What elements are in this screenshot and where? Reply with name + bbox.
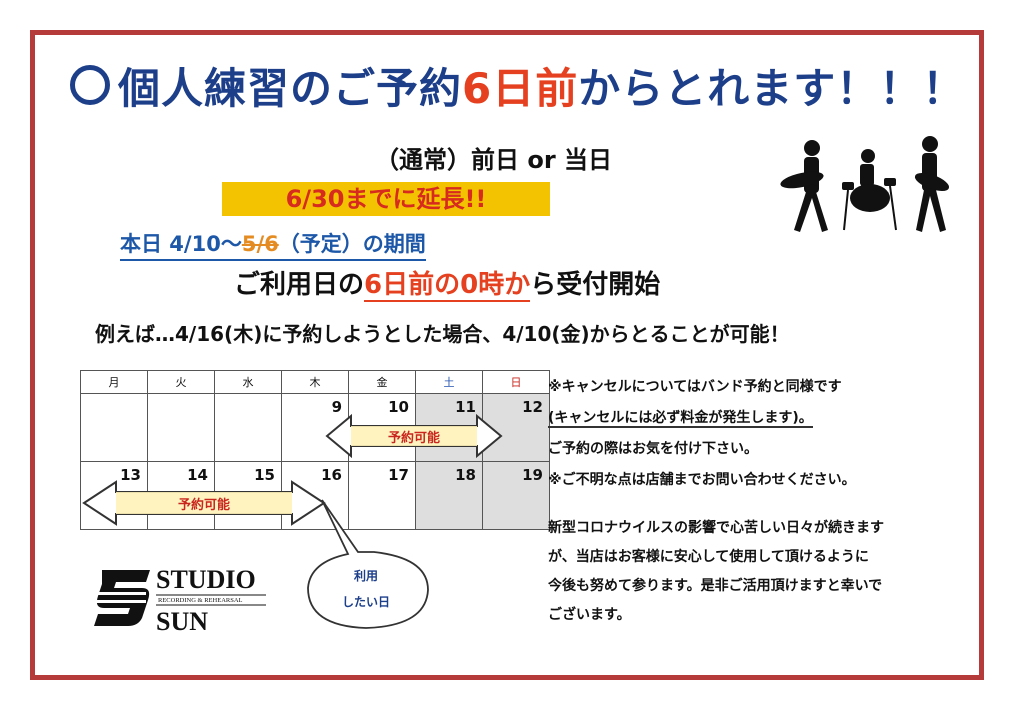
extension-banner: 6/30までに延長!!	[222, 182, 550, 216]
weekday-fri: 金	[348, 370, 416, 394]
weekday-sat: 土	[415, 370, 483, 394]
bubble-line-2: したい日	[342, 595, 390, 609]
studio-sun-logo: STUDIO RECORDING & REHEARSAL SUN	[94, 565, 266, 634]
note-line: ※ご不明な点は店舗までお問い合わせください。	[548, 472, 856, 488]
period-struck-date: 5/6	[241, 232, 279, 256]
weekday-thu: 木	[281, 370, 349, 394]
arrow-weekdays-label: 予約可能	[178, 497, 230, 513]
calendar-cell	[214, 393, 282, 462]
period-end: （予定）の期間	[278, 232, 426, 256]
arrow-weekend-label: 予約可能	[388, 430, 440, 446]
speech-bubble: 利用 したい日	[307, 499, 429, 629]
bubble-line-1: 利用	[354, 568, 378, 583]
logo-studio-text: STUDIO	[156, 565, 256, 594]
normal-schedule: （通常）前日 or 当日	[375, 146, 613, 174]
logo-sun-text: SUN	[156, 607, 208, 634]
calendar-cell: 19	[482, 461, 550, 530]
note-line: (キャンセルには必ず料金が発生します)。	[548, 410, 813, 428]
covid-line: 今後も努めて参ります。是非ご活用頂けますと幸いで	[548, 578, 883, 594]
arrow-weekdays-icon: 予約可能	[82, 480, 326, 526]
calendar-header-row: 月 火 水 木 金 土 日	[80, 370, 550, 394]
acceptance-rule: ご利用日の6日前の0時から受付開始	[234, 264, 661, 302]
covid-line: ございます。	[548, 607, 631, 623]
accept-highlight: 6日前の0時か	[364, 270, 531, 302]
note-line: ※キャンセルについてはバンド予約と同様です	[548, 379, 842, 395]
extension-text: 6/30までに延長!!	[285, 185, 487, 213]
covid-line: が、当店はお客様に安心して使用して頂けるように	[548, 549, 869, 565]
covid-line: 新型コロナウイルスの影響で心苦しい日々が続きます	[548, 520, 884, 536]
headline-prefix: 個人練習のご予約	[118, 64, 463, 113]
calendar-cell	[147, 393, 215, 462]
weekday-tue: 火	[147, 370, 215, 394]
weekday-wed: 水	[214, 370, 282, 394]
accept-suffix: ら受付開始	[530, 270, 661, 300]
arrow-weekend-icon: 予約可能	[325, 413, 503, 459]
circle-icon	[70, 65, 110, 105]
weekday-mon: 月	[80, 370, 148, 394]
example-text: 例えば…4/16(木)に予約しようとした場合、4/10(金)からとることが可能！	[95, 322, 790, 346]
cancellation-notes: ※キャンセルについてはバンド予約と同様です (キャンセルには必ず料金が発生します…	[548, 372, 856, 496]
campaign-period: 本日 4/10～5/6（予定）の期間	[120, 228, 426, 261]
logo-tagline: RECORDING & REHEARSAL	[158, 597, 243, 604]
weekday-sun: 日	[482, 370, 550, 394]
covid-message: 新型コロナウイルスの影響で心苦しい日々が続きます が、当店はお客様に安心して使用…	[548, 514, 884, 630]
headline-highlight: 6日前	[462, 64, 579, 113]
period-start: 本日 4/10～	[120, 232, 242, 256]
calendar-cell	[80, 393, 148, 462]
headline: 個人練習のご予約6日前からとれます！！！	[70, 55, 965, 116]
band-silhouette-icon	[780, 136, 950, 232]
headline-suffix: からとれます！！！	[578, 64, 966, 113]
note-line: ご予約の際はお気を付け下さい。	[548, 441, 758, 457]
accept-prefix: ご利用日の	[234, 270, 365, 300]
